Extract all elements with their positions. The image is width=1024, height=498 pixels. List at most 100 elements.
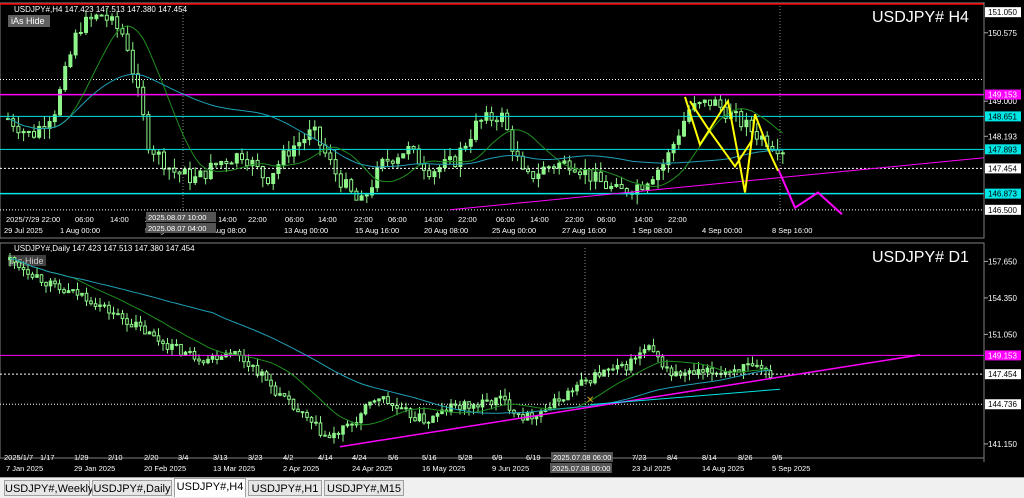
h4-candle-body (307, 129, 312, 140)
d1-time-label-lower: 24 Apr 2025 (352, 464, 392, 473)
d1-candle-body (602, 369, 606, 377)
d1-plot-area[interactable] (0, 242, 985, 459)
h4-candle-body (328, 152, 333, 161)
h4-candle-body (349, 179, 354, 192)
d1-candle-body (404, 407, 408, 410)
d1-candle-body (89, 300, 93, 305)
h4-candle-body (411, 146, 416, 150)
d1-candle-body (381, 396, 386, 400)
d1-time-label-upper: 1/29 (74, 453, 89, 462)
tab-h4[interactable]: USDJPY#,H4 (174, 478, 246, 497)
d1-candle-body (359, 413, 363, 424)
d1-crosshair-time: 2025.07.08 06:00 (553, 453, 611, 462)
d1-candle-body (300, 411, 305, 414)
h4-candle-body (198, 170, 203, 178)
h4-chart-panel[interactable]: USDJPY#,H4 147.423 147.513 147.380 147.4… (0, 2, 1021, 239)
d1-time-label-upper: 5/28 (458, 453, 473, 462)
h4-candle-body (505, 112, 510, 131)
h4-candle-body (619, 183, 624, 190)
d1-candle-body (566, 390, 570, 401)
h4-time-label-lower: 25 Aug 00:00 (492, 226, 536, 235)
h4-candle-body (583, 169, 588, 176)
d1-candle-body (629, 358, 633, 371)
d1-price-tick-label: 154.350 (988, 294, 1017, 303)
h4-candle-body (578, 171, 582, 176)
h4-candle-body (588, 169, 593, 182)
d1-crosshair-time: 2025.07.08 00:00 (552, 464, 610, 473)
d1-candle-body (336, 432, 341, 435)
h4-candle-body (359, 195, 364, 201)
h4-candle-body (136, 73, 140, 88)
d1-candle-body (152, 331, 156, 337)
h4-watermark: USDJPY# H4 (872, 9, 969, 26)
h4-candle-body (333, 159, 338, 175)
h4-candle-body (297, 142, 302, 147)
tab-h1[interactable]: USDJPY#,H1 (248, 480, 322, 496)
d1-candle-body (399, 407, 404, 410)
d1-price-label: 144.736 (988, 400, 1017, 409)
h4-candle-body (676, 135, 681, 145)
d1-candle-body (21, 266, 26, 271)
h4-candle-body (432, 171, 437, 178)
h4-candle-body (406, 146, 411, 155)
h4-candle-body (240, 153, 244, 161)
d1-time-label-upper: 3/23 (248, 453, 263, 462)
d1-candle-body (584, 379, 588, 382)
tab-weekly[interactable]: USDJPY#,Weekly (4, 480, 93, 496)
d1-candle-body (426, 421, 431, 424)
d1-candle-body (467, 401, 471, 409)
h4-candle-body (442, 159, 447, 169)
h4-candle-body (671, 143, 676, 154)
h4-time-label-upper: 14:00 (530, 215, 549, 224)
d1-candle-body (435, 413, 440, 417)
d1-candle-body (251, 364, 255, 367)
h4-candle-body (73, 32, 78, 56)
h4-time-label-upper: 06:00 (597, 215, 616, 224)
d1-candle-body (260, 371, 264, 376)
h4-candle-body (500, 112, 504, 123)
h4-crosshair-time: 2025.08.07 04:00 (148, 224, 206, 233)
h4-time-label-lower: 8 Sep 16:00 (772, 226, 812, 235)
h4-candle-body (385, 158, 390, 162)
h4-price-tick-label: 148.193 (988, 132, 1017, 141)
d1-candle-body (332, 432, 336, 439)
d1-candle-body (183, 351, 188, 356)
h4-candle-body (193, 176, 198, 184)
h4-candle-body (281, 150, 286, 166)
tab-m15[interactable]: USDJPY#,M15 (324, 480, 404, 496)
h4-candle-body (682, 120, 686, 137)
d1-price-label: 147.454 (988, 370, 1017, 379)
h4-candle-body (520, 155, 525, 170)
h4-candle-body (448, 156, 452, 161)
d1-candle-body (318, 422, 323, 436)
h4-candle-body (609, 185, 614, 189)
h4-candle-body (474, 120, 478, 140)
mt4-terminal-window: USDJPY#,H4 147.423 147.513 147.380 147.4… (0, 0, 1024, 498)
h4-time-label-upper: 22:00 (565, 215, 584, 224)
charts-canvas[interactable]: USDJPY#,H4 147.423 147.513 147.380 147.4… (0, 0, 1024, 477)
d1-candle-body (705, 367, 710, 373)
d1-price-tick-label: 157.650 (988, 257, 1017, 266)
d1-cross-marker: ✕ (586, 395, 594, 406)
h4-candle-body (234, 153, 239, 164)
h4-indicator-label: iAs Hide (11, 16, 45, 26)
d1-time-label-upper: 2/20 (144, 453, 159, 462)
d1-candle-body (179, 343, 183, 356)
d1-chart-panel[interactable]: USDJPY#,Daily 147.423 147.513 147.380 14… (0, 242, 1021, 473)
h4-candle-body (635, 184, 640, 195)
d1-candle-body (111, 312, 116, 315)
d1-candle-body (30, 273, 35, 278)
h4-candle-body (292, 145, 296, 157)
h4-price-label: 149.153 (988, 91, 1017, 100)
h4-time-label-upper: 2025/7/29 22:00 (6, 215, 60, 224)
d1-candle-body (134, 321, 138, 328)
h4-candle-body (84, 16, 88, 33)
h4-candle-body (536, 173, 541, 180)
d1-candle-body (269, 379, 273, 387)
d1-candle-body (84, 292, 89, 302)
d1-candle-body (534, 415, 539, 420)
d1-candle-body (579, 379, 584, 386)
tab-daily[interactable]: USDJPY#,Daily (92, 480, 172, 496)
h4-time-label-upper: 06:00 (75, 215, 94, 224)
h4-candle-body (650, 179, 655, 185)
